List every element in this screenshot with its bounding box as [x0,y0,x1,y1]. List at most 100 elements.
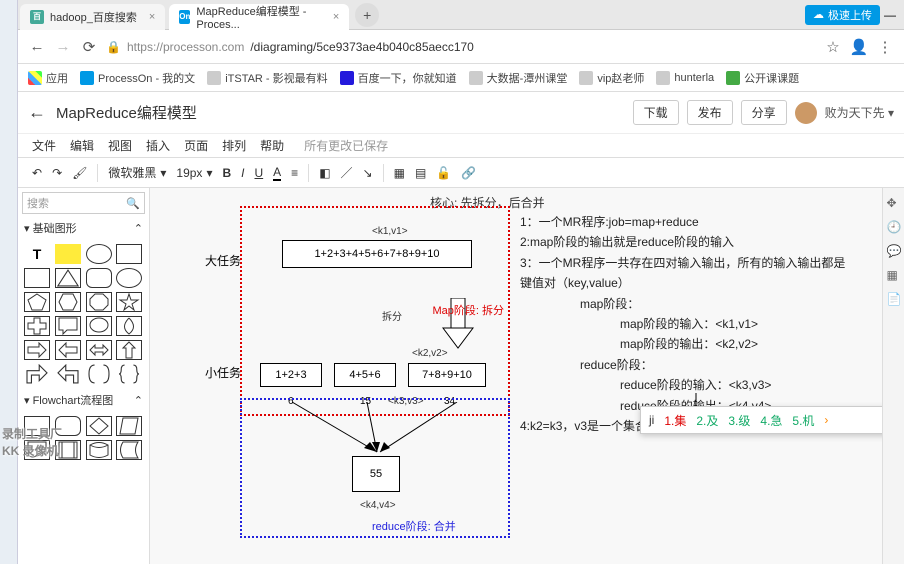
ime-candidate[interactable]: 3.级 [728,412,750,429]
forward-button[interactable]: → [54,38,72,56]
ime-candidate-panel[interactable]: ji 1.集 2.及 3.级 4.急 5.机 › S [640,406,900,434]
redo-button[interactable]: ↷ [52,166,62,180]
menu-arrange[interactable]: 排列 [222,137,246,154]
notes-text[interactable]: 1：一个MR程序:job=map+reduce 2:map阶段的输出就是redu… [520,212,890,436]
download-button[interactable]: 下载 [633,100,679,125]
shape-rounded[interactable] [86,268,112,288]
main-task-box[interactable]: 1+2+3+4+5+6+7+8+9+10 [282,240,472,268]
shape-drop[interactable] [116,316,142,336]
underline-button[interactable]: U [254,166,263,180]
star-icon[interactable]: ☆ [824,38,842,56]
back-arrow-icon[interactable]: ← [28,102,46,123]
paint-button[interactable]: 🖌 [72,166,87,180]
bookmark-item[interactable]: 公开课课题 [726,70,799,86]
shape-pentagon[interactable] [24,292,50,312]
shape-cross[interactable] [24,316,50,336]
shape-corner2[interactable] [55,364,81,384]
shape-data[interactable] [116,416,142,436]
bookmark-item[interactable]: hunterla [656,71,714,85]
front-button[interactable]: ▦ [394,166,405,180]
italic-button[interactable]: I [241,166,244,180]
menu-icon[interactable]: ⋮ [876,38,894,56]
line-button[interactable]: ／ [341,164,353,181]
shape-oct[interactable] [86,292,112,312]
menu-help[interactable]: 帮助 [260,137,284,154]
new-tab-button[interactable]: + [355,3,379,27]
shape-circle[interactable] [86,244,112,264]
browser-tab-active[interactable]: On MapReduce编程模型 - Proces... × [169,4,349,30]
shape-decision[interactable] [86,416,112,436]
back-button[interactable]: ← [28,38,46,56]
cloud-upload-button[interactable]: ☁极速上传 [805,5,880,25]
canvas[interactable]: 核心: 先拆分，后合并 大任务 小任务 <k1,v1> 1+2+3+4+5+6+… [150,188,904,564]
shape-bracket[interactable] [86,364,112,384]
size-select[interactable]: 19px ▾ [176,166,212,180]
shape-arrow-l[interactable] [55,340,81,360]
bookmark-item[interactable]: vip赵老师 [579,70,644,86]
fill-button[interactable]: ◧ [319,166,330,180]
align-button[interactable]: ≡ [291,166,298,180]
link-button[interactable]: 🔗 [461,166,476,180]
window-minimize[interactable]: — [884,8,896,22]
category-flow[interactable]: ▾ Flowchart流程图⌃ [22,386,145,414]
shape-star[interactable] [116,292,142,312]
task3-box[interactable]: 7+8+9+10 [408,363,486,387]
shape-db[interactable] [86,440,112,460]
shape-ellipse[interactable] [116,268,142,288]
reduce-phase-box[interactable]: 55 <k4,v4> reduce阶段: 合并 [240,398,510,538]
browser-tab[interactable]: 百 hadoop_百度搜索 × [20,4,165,30]
username[interactable]: 败为天下先 ▾ [825,104,894,121]
shape-chat2[interactable] [86,316,112,336]
menu-insert[interactable]: 插入 [146,137,170,154]
menu-page[interactable]: 页面 [184,137,208,154]
task2-box[interactable]: 4+5+6 [334,363,396,387]
shape-arrow-r[interactable] [24,340,50,360]
map-phase-box[interactable]: <k1,v1> 1+2+3+4+5+6+7+8+9+10 拆分 Map阶段: 拆… [240,206,510,416]
shape-chat[interactable] [55,316,81,336]
bold-button[interactable]: B [222,166,231,180]
document-title[interactable]: MapReduce编程模型 [56,102,197,123]
shape-rect[interactable] [24,268,50,288]
menu-edit[interactable]: 编辑 [70,137,94,154]
avatar[interactable] [795,102,817,124]
font-select[interactable]: 微软雅黑 ▾ [108,164,166,181]
ime-candidate[interactable]: 1.集 [664,412,686,429]
shape-brace[interactable] [116,364,142,384]
category-basic[interactable]: ▾ 基础图形⌃ [22,214,145,242]
shape-hex[interactable] [55,292,81,312]
result-box[interactable]: 55 [352,456,400,492]
text-color-button[interactable]: A [273,165,281,181]
apps-button[interactable]: 应用 [28,70,68,86]
shape-note[interactable] [55,244,81,264]
attribute-icon[interactable]: ▦ [887,268,901,282]
shape-triangle[interactable] [55,268,81,288]
url-field[interactable]: 🔒 https://processon.com/diagraming/5ce93… [106,40,816,54]
close-icon[interactable]: × [149,11,155,23]
shape-arrow-u[interactable] [116,340,142,360]
nav-icon[interactable]: ✥ [887,196,901,210]
bookmark-item[interactable]: 百度一下，你就知道 [340,70,457,86]
profile-icon[interactable]: 👤 [850,38,868,56]
lock-button[interactable]: 🔓 [436,166,451,180]
share-button[interactable]: 分享 [741,100,787,125]
page-icon[interactable]: 📄 [887,292,901,306]
connector-button[interactable]: ↘ [363,166,373,180]
ime-candidate[interactable]: 5.机 [792,412,814,429]
ime-candidate[interactable]: 2.及 [696,412,718,429]
close-icon[interactable]: × [333,11,339,23]
history-icon[interactable]: 🕘 [887,220,901,234]
undo-button[interactable]: ↶ [32,166,42,180]
comment-icon[interactable]: 💬 [887,244,901,258]
bookmark-item[interactable]: ProcessOn - 我的文 [80,70,195,86]
shape-stored[interactable] [116,440,142,460]
shape-rect[interactable] [116,244,142,264]
shape-text[interactable]: T [24,244,50,264]
bookmark-item[interactable]: iTSTAR - 影视最有料 [207,70,327,86]
menu-file[interactable]: 文件 [32,137,56,154]
back-button[interactable]: ▤ [415,166,426,180]
ime-candidate[interactable]: 4.急 [760,412,782,429]
ime-more-icon[interactable]: › [824,413,828,427]
menu-view[interactable]: 视图 [108,137,132,154]
shape-arrow-lr[interactable] [86,340,112,360]
reload-button[interactable]: ⟳ [80,38,98,56]
